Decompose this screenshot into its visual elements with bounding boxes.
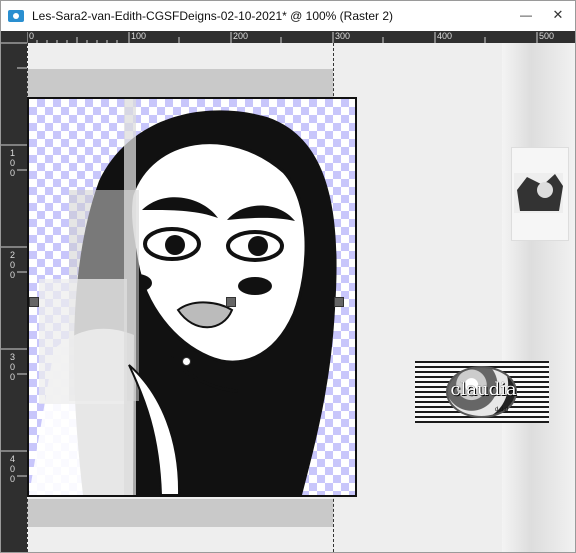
- left-ruler-label: 4 0 0: [10, 454, 16, 484]
- top-ruler[interactable]: 0 100 200 300 400 500: [26, 31, 575, 44]
- transform-handle[interactable]: [334, 297, 344, 307]
- top-ruler-label: 500: [539, 31, 555, 41]
- minimize-button[interactable]: —: [517, 7, 535, 23]
- decorative-image-fragment: [511, 147, 569, 241]
- left-ruler-label: 2 0 0: [10, 250, 16, 280]
- top-ruler-label: 0: [29, 31, 35, 41]
- deformation-center-handle[interactable]: [182, 357, 191, 366]
- claudia-watermark-logo: claudia d.d.d: [446, 366, 517, 418]
- top-ruler-label: 100: [131, 31, 147, 41]
- artwork-image[interactable]: [27, 97, 357, 497]
- window-title: Les-Sara2-van-Edith-CGSFDeigns-02-10-202…: [32, 9, 394, 23]
- image-canvas[interactable]: claudia d.d.d: [27, 43, 575, 552]
- title-bar[interactable]: Les-Sara2-van-Edith-CGSFDeigns-02-10-202…: [1, 1, 575, 31]
- watermark-subtext: d.d.d: [495, 407, 509, 413]
- transform-handle[interactable]: [29, 297, 39, 307]
- transform-handle[interactable]: [226, 297, 236, 307]
- watermark-stripes: claudia d.d.d: [415, 361, 549, 423]
- app-icon: [8, 10, 24, 22]
- portrait-illustration: [29, 99, 337, 495]
- top-ruler-label: 400: [437, 31, 453, 41]
- bottom-gray-strip: [27, 499, 333, 527]
- background-gradient-area: [502, 43, 575, 552]
- watermark-text: claudia: [450, 379, 517, 400]
- top-gray-strip: [27, 69, 333, 97]
- top-ruler-label: 200: [233, 31, 249, 41]
- application-window: Les-Sara2-van-Edith-CGSFDeigns-02-10-202…: [0, 0, 576, 553]
- left-ruler-label: 3 0 0: [10, 352, 16, 382]
- close-button[interactable]: ✕: [549, 7, 567, 23]
- decorative-photo-icon: [514, 173, 563, 213]
- top-ruler-label: 300: [335, 31, 351, 41]
- left-ruler-label: 1 0 0: [10, 148, 16, 178]
- left-ruler[interactable]: 1 0 0 2 0 0 3 0 0 4 0 0: [1, 31, 27, 552]
